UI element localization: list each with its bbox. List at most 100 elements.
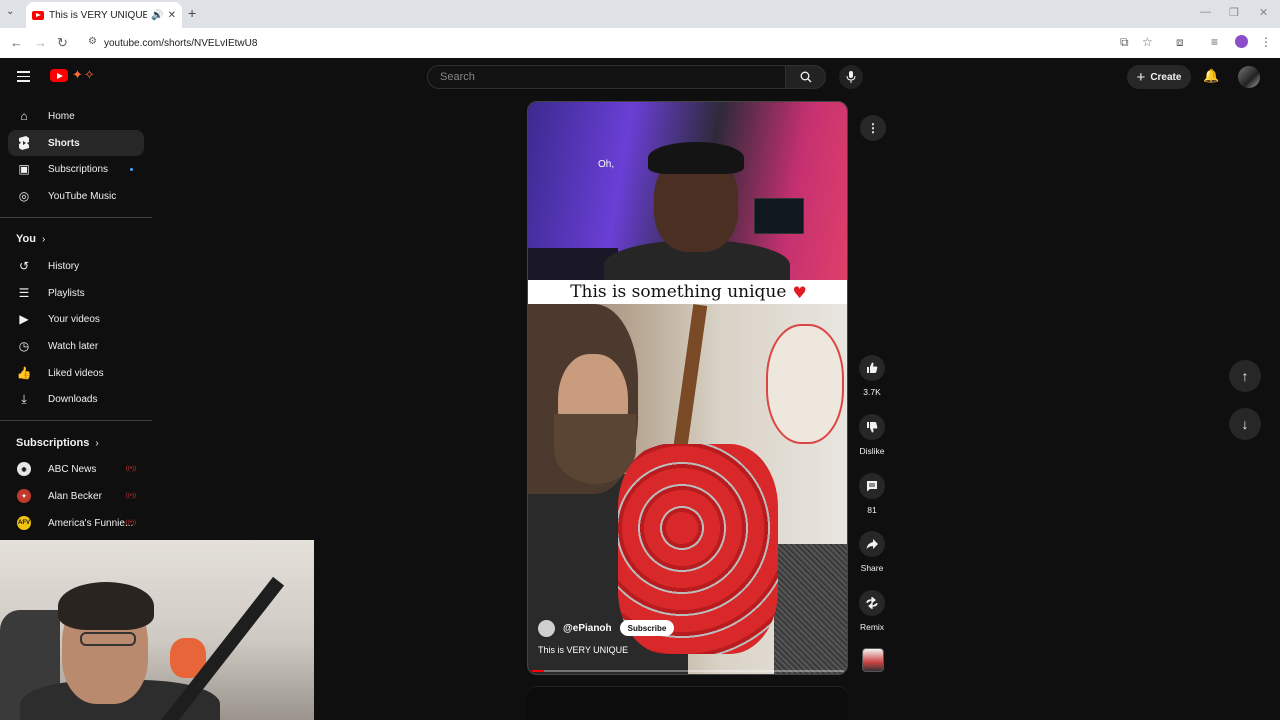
youtube-favicon-icon <box>32 10 44 20</box>
bookmark-star-icon[interactable]: ☆ <box>1142 35 1153 49</box>
youtube-logo[interactable] <box>50 69 68 82</box>
subscriptions-icon: ▣ <box>18 162 30 176</box>
close-window-icon[interactable]: ✕ <box>1259 6 1268 19</box>
more-options-button[interactable]: ⋮ <box>860 115 886 141</box>
share-button[interactable]: Share <box>852 531 892 573</box>
sidebar-channel-alan-becker[interactable]: ✦ Alan Becker ((•)) <box>8 483 144 509</box>
video-person-cap <box>648 142 744 174</box>
webcam-overlay <box>0 540 314 720</box>
sidebar-item-label: Liked videos <box>48 367 104 379</box>
video-title[interactable]: This is VERY UNIQUE <box>538 645 628 655</box>
comment-count: 81 <box>867 505 877 515</box>
like-button[interactable]: 3.7K <box>852 355 892 397</box>
video-person-beard <box>554 414 636 484</box>
search-icon <box>800 71 811 83</box>
sidebar-item-history[interactable]: ↺ History <box>8 253 144 279</box>
close-tab-icon[interactable]: ✕ <box>168 10 176 21</box>
browser-profile-avatar[interactable] <box>1235 35 1248 48</box>
liked-icon: 👍 <box>16 366 32 380</box>
live-indicator-icon: ((•)) <box>125 466 136 472</box>
heart-icon: ♥ <box>792 282 807 302</box>
video-progress-bar[interactable] <box>532 670 844 672</box>
subscribe-button[interactable]: Subscribe <box>619 620 675 636</box>
your-videos-icon: ▶ <box>19 312 29 326</box>
shorts-player[interactable]: Oh, This is something unique ♥ @ePianoh … <box>527 101 848 675</box>
youtube-header: ✦✧ Search + Create 🔔 <box>0 58 1280 96</box>
tab-search-icon[interactable]: ⌄ <box>6 6 14 17</box>
sidebar-item-subscriptions[interactable]: ▣ Subscriptions <box>8 156 144 182</box>
sidebar-item-shorts[interactable]: Shorts <box>8 130 144 156</box>
reload-icon[interactable]: ↻ <box>57 35 68 51</box>
remix-button[interactable]: Remix <box>852 590 892 632</box>
new-content-dot <box>130 168 133 171</box>
browser-menu-icon[interactable]: ⋮ <box>1260 35 1272 49</box>
you-heading-label: You <box>16 233 36 245</box>
sidebar-item-watch-later[interactable]: ◷ Watch later <box>8 333 144 359</box>
sidebar-item-liked-videos[interactable]: 👍 Liked videos <box>8 360 144 386</box>
channel-row: @ePianoh Subscribe <box>538 619 675 637</box>
sidebar-item-label: Subscriptions <box>48 163 109 175</box>
sidebar-item-label: Alan Becker <box>48 490 102 502</box>
new-tab-icon[interactable]: + <box>188 5 196 21</box>
install-app-icon[interactable]: ⧉ <box>1120 35 1129 50</box>
dislike-button[interactable]: Dislike <box>852 414 892 456</box>
remix-icon <box>859 590 885 616</box>
account-avatar[interactable] <box>1238 66 1260 88</box>
sidebar-channel-americas-funniest[interactable]: AFV America's Funnie... ((•)) <box>8 510 144 536</box>
voice-search-button[interactable] <box>839 65 863 89</box>
sidebar-item-label: Home <box>48 110 75 122</box>
sidebar-item-your-videos[interactable]: ▶ Your videos <box>8 306 144 332</box>
address-bar[interactable]: ⚙ youtube.com/shorts/NVELvIEtwU8 <box>80 31 1100 55</box>
search-input[interactable]: Search <box>427 65 786 89</box>
audio-playing-icon[interactable]: 🔊 <box>151 10 163 21</box>
video-progress-fill <box>532 670 545 672</box>
doodle-logo-icon[interactable]: ✦✧ <box>72 67 96 83</box>
sidebar: ⌂ Home Shorts ▣ Subscriptions ◎ YouTube … <box>0 96 160 540</box>
like-count: 3.7K <box>863 387 881 397</box>
downloads-icon: ⤓ <box>21 391 27 406</box>
notifications-bell-icon[interactable]: 🔔 <box>1203 68 1219 84</box>
minimize-icon[interactable]: — <box>1200 6 1211 18</box>
sidebar-item-home[interactable]: ⌂ Home <box>8 103 144 129</box>
create-button[interactable]: + Create <box>1127 65 1191 89</box>
sidebar-item-label: Your videos <box>48 313 100 325</box>
forward-icon[interactable]: → <box>34 35 47 50</box>
history-icon: ↺ <box>18 259 30 273</box>
sidebar-channel-abc-news[interactable]: ◉ ABC News ((•)) <box>8 456 144 482</box>
next-short-button[interactable]: ↓ <box>1229 408 1261 440</box>
dislike-label: Dislike <box>859 446 885 456</box>
sidebar-item-downloads[interactable]: ⤓ Downloads <box>8 386 144 412</box>
sidebar-subscriptions-heading[interactable]: Subscriptions › <box>16 437 99 449</box>
search-placeholder: Search <box>440 71 475 83</box>
sidebar-item-label: Watch later <box>48 340 99 352</box>
browser-tab-strip: ⌄ This is VERY UNIQUE - YouT 🔊 ✕ + — ❐ ✕ <box>0 0 1280 28</box>
site-info-icon[interactable]: ⚙ <box>88 36 97 47</box>
browser-tab[interactable]: This is VERY UNIQUE - YouT 🔊 ✕ <box>26 2 182 28</box>
subscriptions-heading-label: Subscriptions <box>16 437 90 449</box>
video-amplifier <box>774 544 847 674</box>
sidebar-you-heading[interactable]: You › <box>16 233 45 245</box>
remix-label: Remix <box>859 622 885 632</box>
previous-short-button[interactable]: ↑ <box>1229 360 1261 392</box>
search-button[interactable] <box>786 65 826 89</box>
maximize-icon[interactable]: ❐ <box>1229 6 1239 19</box>
sound-thumbnail[interactable] <box>862 648 884 672</box>
microphone-icon <box>846 71 856 83</box>
extensions-icon[interactable]: ⧈ <box>1176 35 1184 50</box>
comments-button[interactable]: 81 <box>852 473 892 515</box>
sidebar-item-label: YouTube Music <box>48 190 117 202</box>
channel-avatar: ✦ <box>17 489 31 503</box>
tab-title: This is VERY UNIQUE - YouT <box>49 9 148 21</box>
live-indicator-icon: ((•)) <box>125 493 136 499</box>
sidebar-item-youtube-music[interactable]: ◎ YouTube Music <box>8 183 144 209</box>
video-overlay-title: This is something unique ♥ <box>528 280 847 304</box>
plus-icon: + <box>1136 68 1146 86</box>
menu-icon[interactable] <box>17 71 30 82</box>
sidebar-item-label: Downloads <box>48 393 98 405</box>
sidebar-item-playlists[interactable]: ☰ Playlists <box>8 280 144 306</box>
channel-avatar[interactable] <box>538 619 555 637</box>
live-indicator-icon: ((•)) <box>125 520 136 526</box>
back-icon[interactable]: ← <box>10 35 23 50</box>
reading-list-icon[interactable]: ≡ <box>1211 35 1218 49</box>
channel-name[interactable]: @ePianoh <box>563 623 612 634</box>
